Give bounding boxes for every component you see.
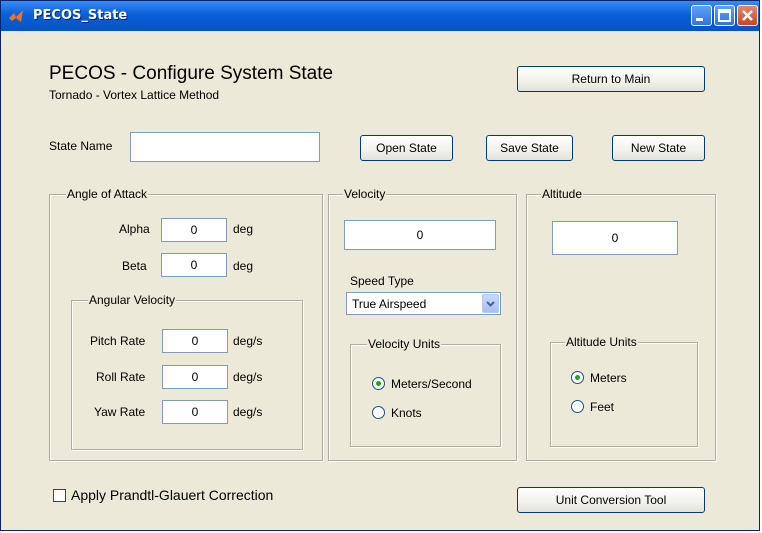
- angular-velocity-title: Angular Velocity: [88, 293, 177, 307]
- velocity-input[interactable]: [344, 220, 496, 250]
- roll-rate-unit: deg/s: [233, 370, 263, 384]
- yaw-rate-label: Yaw Rate: [94, 405, 146, 419]
- meters-per-second-label[interactable]: Meters/Second: [391, 377, 472, 391]
- radio-selected-dot: [575, 375, 580, 380]
- page-title: PECOS - Configure System State: [49, 63, 334, 84]
- prandtl-glauert-checkbox[interactable]: [53, 489, 66, 502]
- window-title: PECOS_State: [33, 8, 128, 23]
- dropdown-arrow[interactable]: [482, 294, 499, 313]
- feet-label[interactable]: Feet: [590, 400, 614, 414]
- minimize-button[interactable]: [691, 5, 712, 26]
- maximize-icon: [718, 9, 731, 22]
- roll-rate-label: Roll Rate: [96, 370, 146, 384]
- pitch-rate-unit: deg/s: [233, 334, 263, 348]
- client-area: PECOS - Configure System State Tornado -…: [5, 31, 755, 526]
- save-state-button[interactable]: Save State: [486, 135, 573, 161]
- prandtl-glauert-label[interactable]: Apply Prandtl-Glauert Correction: [71, 487, 273, 503]
- new-state-button[interactable]: New State: [612, 135, 705, 161]
- yaw-rate-unit: deg/s: [233, 405, 263, 419]
- meters-radio[interactable]: [571, 371, 584, 384]
- velocity-units-group: Velocity Units: [350, 337, 501, 447]
- state-name-input[interactable]: [130, 132, 320, 162]
- pitch-rate-input[interactable]: [162, 329, 228, 353]
- feet-radio[interactable]: [571, 400, 584, 413]
- alpha-input[interactable]: [161, 218, 227, 242]
- velocity-title: Velocity: [343, 187, 387, 201]
- alpha-unit: deg: [233, 222, 254, 236]
- knots-radio[interactable]: [372, 406, 385, 419]
- altitude-units-group: Altitude Units: [550, 335, 698, 447]
- minimize-icon: [696, 18, 703, 21]
- return-to-main-button[interactable]: Return to Main: [517, 66, 705, 92]
- yaw-rate-input[interactable]: [162, 400, 228, 424]
- matlab-logo-icon: [9, 10, 23, 22]
- meters-label[interactable]: Meters: [590, 371, 627, 385]
- maximize-button[interactable]: [714, 5, 735, 26]
- roll-rate-input[interactable]: [162, 365, 228, 389]
- pitch-rate-label: Pitch Rate: [90, 334, 146, 348]
- beta-unit: deg: [233, 259, 254, 273]
- close-button[interactable]: [737, 5, 758, 26]
- altitude-title: Altitude: [541, 187, 584, 201]
- alpha-label: Alpha: [119, 222, 150, 236]
- chevron-down-icon: [486, 301, 495, 307]
- beta-label: Beta: [122, 259, 147, 273]
- radio-selected-dot: [376, 381, 381, 386]
- open-state-button[interactable]: Open State: [360, 135, 453, 161]
- knots-label[interactable]: Knots: [391, 406, 422, 420]
- angle-of-attack-title: Angle of Attack: [66, 187, 149, 201]
- speed-type-value: True Airspeed: [352, 297, 427, 311]
- pecos-state-window: PECOS_State PECOS - Configure System Sta…: [0, 0, 760, 531]
- meters-per-second-radio[interactable]: [372, 377, 385, 390]
- speed-type-select[interactable]: True Airspeed: [346, 292, 501, 315]
- state-name-label: State Name: [49, 139, 113, 153]
- title-bar[interactable]: PECOS_State: [1, 1, 759, 31]
- speed-type-label: Speed Type: [350, 274, 414, 288]
- altitude-units-title: Altitude Units: [565, 335, 638, 349]
- close-icon: [742, 10, 753, 21]
- altitude-input[interactable]: [552, 221, 678, 255]
- page-subtitle: Tornado - Vortex Lattice Method: [49, 88, 220, 102]
- beta-input[interactable]: [161, 253, 227, 277]
- velocity-units-title: Velocity Units: [367, 337, 442, 351]
- unit-conversion-tool-button[interactable]: Unit Conversion Tool: [517, 487, 705, 513]
